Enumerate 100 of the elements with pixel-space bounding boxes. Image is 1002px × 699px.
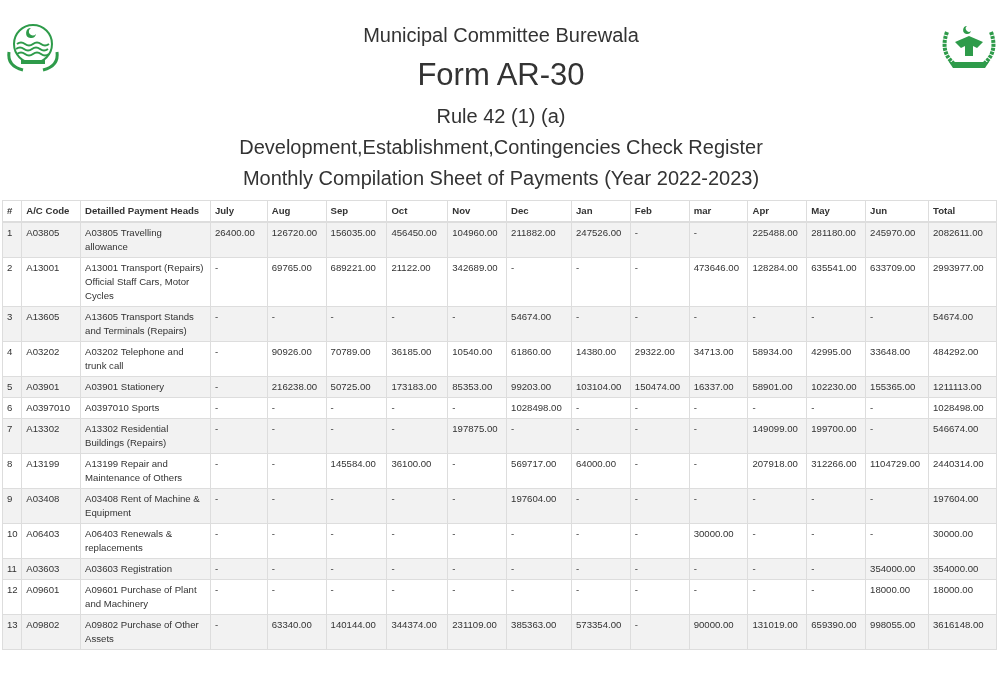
table-cell: A13605 xyxy=(21,306,81,342)
table-cell: 36100.00 xyxy=(386,453,448,489)
table-cell: - xyxy=(630,306,690,342)
table-cell: 156035.00 xyxy=(326,222,387,258)
table-cell: - xyxy=(865,306,929,342)
table-cell: A09802 Purchase of Other Assets xyxy=(80,614,211,650)
table-cell: - xyxy=(326,523,387,559)
table-cell: A13302 xyxy=(21,418,81,454)
table-cell: 1104729.00 xyxy=(865,453,929,489)
organization-name: Municipal Committee Burewala xyxy=(363,24,639,46)
table-cell: - xyxy=(630,488,690,524)
table-cell: A13199 xyxy=(21,453,81,489)
table-cell: - xyxy=(865,523,929,559)
table-cell: 54674.00 xyxy=(506,306,572,342)
table-cell: 199700.00 xyxy=(806,418,866,454)
table-cell: - xyxy=(267,523,327,559)
table-cell: - xyxy=(386,418,448,454)
table-cell: 26400.00 xyxy=(210,222,268,258)
table-cell: - xyxy=(630,579,690,615)
table-cell: A03202 xyxy=(21,341,81,377)
table-cell: 456450.00 xyxy=(386,222,448,258)
table-cell: 4 xyxy=(2,341,22,377)
table-cell: - xyxy=(689,453,748,489)
table-cell: 29322.00 xyxy=(630,341,690,377)
table-cell: 126720.00 xyxy=(267,222,327,258)
table-cell: 197875.00 xyxy=(447,418,507,454)
table-cell: - xyxy=(210,418,268,454)
table-cell: A03805 xyxy=(21,222,81,258)
table-cell: 6 xyxy=(2,397,22,419)
table-cell: 211882.00 xyxy=(506,222,572,258)
table-cell: - xyxy=(210,397,268,419)
table-cell: - xyxy=(689,222,748,258)
table-cell: - xyxy=(267,418,327,454)
table-cell: - xyxy=(386,397,448,419)
table-cell: 281180.00 xyxy=(806,222,866,258)
table-cell: - xyxy=(806,397,866,419)
table-cell: - xyxy=(747,523,807,559)
table-cell: - xyxy=(630,523,690,559)
table-cell: - xyxy=(630,614,690,650)
table-cell: 14380.00 xyxy=(571,341,631,377)
table-cell: - xyxy=(447,306,507,342)
table-cell: 484292.00 xyxy=(928,341,997,377)
table-cell: 90926.00 xyxy=(267,341,327,377)
table-cell: 7 xyxy=(2,418,22,454)
table-cell: - xyxy=(326,306,387,342)
table-cell: - xyxy=(806,488,866,524)
table-cell: 10 xyxy=(2,523,22,559)
table-cell: 1028498.00 xyxy=(506,397,572,419)
table-cell: A06403 Renewals & replacements xyxy=(80,523,211,559)
table-cell: A03202 Telephone and trunk call xyxy=(80,341,211,377)
table-cell: - xyxy=(865,488,929,524)
table-cell: A13199 Repair and Maintenance of Others xyxy=(80,453,211,489)
table-cell: 659390.00 xyxy=(806,614,866,650)
table-cell: 18000.00 xyxy=(928,579,997,615)
table-cell: - xyxy=(447,397,507,419)
table-cell: - xyxy=(506,523,572,559)
table-cell: - xyxy=(689,306,748,342)
table-cell: A09601 Purchase of Plant and Machinery xyxy=(80,579,211,615)
table-cell: 998055.00 xyxy=(865,614,929,650)
table-cell: 3616148.00 xyxy=(928,614,997,650)
table-cell: 128284.00 xyxy=(747,257,807,307)
table-cell: 13 xyxy=(2,614,22,650)
table-cell: 61860.00 xyxy=(506,341,572,377)
table-cell: - xyxy=(571,579,631,615)
table-cell: 689221.00 xyxy=(326,257,387,307)
table-cell: 569717.00 xyxy=(506,453,572,489)
table-cell: 145584.00 xyxy=(326,453,387,489)
table-cell: - xyxy=(210,614,268,650)
table-cell: - xyxy=(689,418,748,454)
table-cell: 385363.00 xyxy=(506,614,572,650)
table-cell: - xyxy=(447,488,507,524)
table-cell: 225488.00 xyxy=(747,222,807,258)
table-cell: 344374.00 xyxy=(386,614,448,650)
table-cell: - xyxy=(630,397,690,419)
table-cell: - xyxy=(506,418,572,454)
table-cell: - xyxy=(210,523,268,559)
table-cell: A06403 xyxy=(21,523,81,559)
table-cell: A09601 xyxy=(21,579,81,615)
table-cell: - xyxy=(747,488,807,524)
form-title: Form AR-30 xyxy=(417,57,585,92)
table-cell: - xyxy=(689,397,748,419)
table-cell: 1 xyxy=(2,222,22,258)
table-cell: 245970.00 xyxy=(865,222,929,258)
table-cell: 633709.00 xyxy=(865,257,929,307)
table-cell: - xyxy=(630,257,690,307)
table-cell: 9 xyxy=(2,488,22,524)
table-cell: 573354.00 xyxy=(571,614,631,650)
table-cell: 30000.00 xyxy=(689,523,748,559)
table-cell: 131019.00 xyxy=(747,614,807,650)
table-cell: 42995.00 xyxy=(806,341,866,377)
table-cell: 231109.00 xyxy=(447,614,507,650)
table-cell: - xyxy=(210,257,268,307)
rule-reference: Rule 42 (1) (a) xyxy=(436,105,566,127)
table-cell: - xyxy=(571,397,631,419)
table-cell: A03408 Rent of Machine & Equipment xyxy=(80,488,211,524)
table-cell: 63340.00 xyxy=(267,614,327,650)
table-cell: 34713.00 xyxy=(689,341,748,377)
table-cell: 70789.00 xyxy=(326,341,387,377)
table-cell: - xyxy=(386,488,448,524)
table-cell: - xyxy=(210,488,268,524)
